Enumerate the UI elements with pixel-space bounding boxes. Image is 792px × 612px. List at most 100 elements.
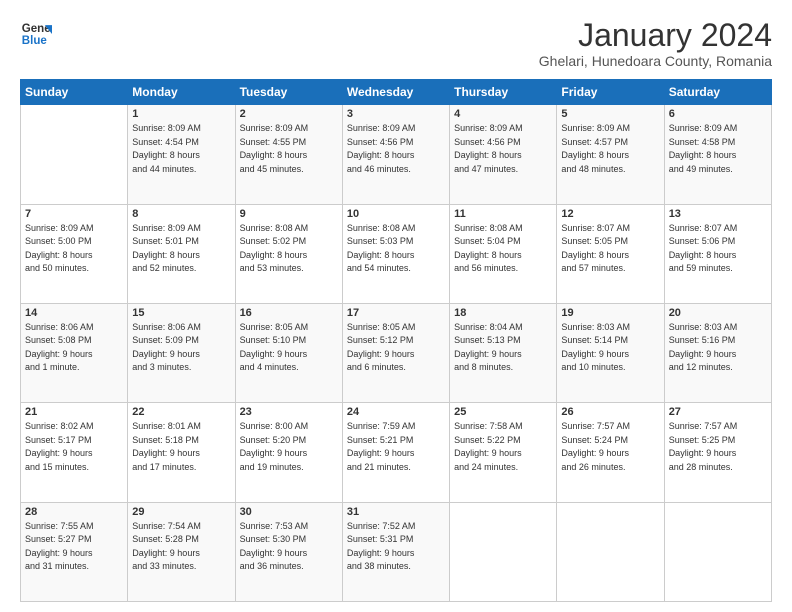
day-cell: 8Sunrise: 8:09 AM Sunset: 5:01 PM Daylig… [128, 204, 235, 303]
week-row-2: 7Sunrise: 8:09 AM Sunset: 5:00 PM Daylig… [21, 204, 772, 303]
day-info: Sunrise: 7:57 AM Sunset: 5:25 PM Dayligh… [669, 420, 767, 474]
day-number: 10 [347, 208, 445, 220]
day-info: Sunrise: 7:58 AM Sunset: 5:22 PM Dayligh… [454, 420, 552, 474]
day-info: Sunrise: 8:03 AM Sunset: 5:14 PM Dayligh… [561, 321, 659, 375]
day-cell: 19 Sunrise: 8:03 AM Sunset: 5:14 PM Dayli… [557, 303, 664, 402]
day-number: 24 [347, 406, 445, 418]
day-cell: 23 Sunrise: 8:00 AM Sunset: 5:20 PM Dayli… [235, 403, 342, 502]
day-info: Sunrise: 8:01 AM Sunset: 5:18 PM Dayligh… [132, 420, 230, 474]
day-cell: 12 Sunrise: 8:07 AM Sunset: 5:05 PM Dayli… [557, 204, 664, 303]
day-cell: 26Sunrise: 7:57 AM Sunset: 5:24 PM Dayli… [557, 403, 664, 502]
svg-text:General: General [22, 23, 52, 35]
header-row: Sunday Monday Tuesday Wednesday Thursday… [21, 80, 772, 105]
day-number: 30 [240, 506, 338, 518]
col-sunday: Sunday [21, 80, 128, 105]
main-title: January 2024 [539, 18, 772, 53]
day-cell: 2Sunrise: 8:09 AM Sunset: 4:55 PM Daylig… [235, 105, 342, 204]
day-number: 31 [347, 506, 445, 518]
day-cell [450, 502, 557, 601]
day-info: Sunrise: 7:59 AM Sunset: 5:21 PM Dayligh… [347, 420, 445, 474]
day-cell: 28 Sunrise: 7:55 AM Sunset: 5:27 PM Dayli… [21, 502, 128, 601]
day-cell: 18 Sunrise: 8:04 AM Sunset: 5:13 PM Dayli… [450, 303, 557, 402]
svg-text:Blue: Blue [22, 35, 48, 47]
day-number: 9 [240, 208, 338, 220]
day-cell: 6 Sunrise: 8:09 AM Sunset: 4:58 PM Daylig… [664, 105, 771, 204]
day-cell: 31 Sunrise: 7:52 AM Sunset: 5:31 PM Dayli… [342, 502, 449, 601]
day-info: Sunrise: 8:06 AM Sunset: 5:08 PM Dayligh… [25, 321, 123, 375]
day-number: 1 [132, 108, 230, 120]
day-cell: 7Sunrise: 8:09 AM Sunset: 5:00 PM Daylig… [21, 204, 128, 303]
day-info: Sunrise: 8:04 AM Sunset: 5:13 PM Dayligh… [454, 321, 552, 375]
day-number: 8 [132, 208, 230, 220]
day-number: 11 [454, 208, 552, 220]
day-cell: 22Sunrise: 8:01 AM Sunset: 5:18 PM Dayli… [128, 403, 235, 502]
day-info: Sunrise: 8:08 AM Sunset: 5:04 PM Dayligh… [454, 222, 552, 276]
day-cell: 17Sunrise: 8:05 AM Sunset: 5:12 PM Dayli… [342, 303, 449, 402]
calendar-table: Sunday Monday Tuesday Wednesday Thursday… [20, 79, 772, 602]
day-info: Sunrise: 8:06 AM Sunset: 5:09 PM Dayligh… [132, 321, 230, 375]
day-number: 15 [132, 307, 230, 319]
day-info: Sunrise: 8:02 AM Sunset: 5:17 PM Dayligh… [25, 420, 123, 474]
day-cell: 30Sunrise: 7:53 AM Sunset: 5:30 PM Dayli… [235, 502, 342, 601]
day-info: Sunrise: 8:08 AM Sunset: 5:02 PM Dayligh… [240, 222, 338, 276]
col-saturday: Saturday [664, 80, 771, 105]
day-info: Sunrise: 8:09 AM Sunset: 5:00 PM Dayligh… [25, 222, 123, 276]
day-cell [664, 502, 771, 601]
day-cell: 10 Sunrise: 8:08 AM Sunset: 5:03 PM Dayli… [342, 204, 449, 303]
subtitle: Ghelari, Hunedoara County, Romania [539, 53, 772, 69]
day-cell: 16 Sunrise: 8:05 AM Sunset: 5:10 PM Dayli… [235, 303, 342, 402]
day-info: Sunrise: 8:00 AM Sunset: 5:20 PM Dayligh… [240, 420, 338, 474]
week-row-3: 14 Sunrise: 8:06 AM Sunset: 5:08 PM Dayli… [21, 303, 772, 402]
day-number: 18 [454, 307, 552, 319]
day-number: 17 [347, 307, 445, 319]
day-cell [21, 105, 128, 204]
week-row-5: 28 Sunrise: 7:55 AM Sunset: 5:27 PM Dayli… [21, 502, 772, 601]
day-cell: 11 Sunrise: 8:08 AM Sunset: 5:04 PM Dayli… [450, 204, 557, 303]
day-number: 19 [561, 307, 659, 319]
day-number: 2 [240, 108, 338, 120]
day-info: Sunrise: 8:05 AM Sunset: 5:10 PM Dayligh… [240, 321, 338, 375]
day-number: 4 [454, 108, 552, 120]
day-cell: 14 Sunrise: 8:06 AM Sunset: 5:08 PM Dayli… [21, 303, 128, 402]
day-cell: 21 Sunrise: 8:02 AM Sunset: 5:17 PM Dayli… [21, 403, 128, 502]
week-row-1: 1Sunrise: 8:09 AM Sunset: 4:54 PM Daylig… [21, 105, 772, 204]
header: General Blue January 2024 Ghelari, Huned… [20, 18, 772, 69]
day-info: Sunrise: 8:08 AM Sunset: 5:03 PM Dayligh… [347, 222, 445, 276]
day-info: Sunrise: 7:54 AM Sunset: 5:28 PM Dayligh… [132, 520, 230, 574]
day-info: Sunrise: 8:09 AM Sunset: 4:57 PM Dayligh… [561, 122, 659, 176]
day-number: 16 [240, 307, 338, 319]
day-number: 5 [561, 108, 659, 120]
day-info: Sunrise: 8:07 AM Sunset: 5:05 PM Dayligh… [561, 222, 659, 276]
day-number: 3 [347, 108, 445, 120]
day-number: 20 [669, 307, 767, 319]
day-number: 21 [25, 406, 123, 418]
page: General Blue January 2024 Ghelari, Huned… [0, 0, 792, 612]
day-number: 14 [25, 307, 123, 319]
day-number: 12 [561, 208, 659, 220]
day-number: 28 [25, 506, 123, 518]
day-number: 29 [132, 506, 230, 518]
day-number: 25 [454, 406, 552, 418]
col-thursday: Thursday [450, 80, 557, 105]
day-cell: 3Sunrise: 8:09 AM Sunset: 4:56 PM Daylig… [342, 105, 449, 204]
day-cell: 9 Sunrise: 8:08 AM Sunset: 5:02 PM Daylig… [235, 204, 342, 303]
day-cell: 29 Sunrise: 7:54 AM Sunset: 5:28 PM Dayli… [128, 502, 235, 601]
col-friday: Friday [557, 80, 664, 105]
day-cell: 20 Sunrise: 8:03 AM Sunset: 5:16 PM Dayli… [664, 303, 771, 402]
day-number: 6 [669, 108, 767, 120]
day-info: Sunrise: 7:55 AM Sunset: 5:27 PM Dayligh… [25, 520, 123, 574]
day-number: 26 [561, 406, 659, 418]
day-info: Sunrise: 7:52 AM Sunset: 5:31 PM Dayligh… [347, 520, 445, 574]
day-info: Sunrise: 8:03 AM Sunset: 5:16 PM Dayligh… [669, 321, 767, 375]
week-row-4: 21 Sunrise: 8:02 AM Sunset: 5:17 PM Dayli… [21, 403, 772, 502]
col-tuesday: Tuesday [235, 80, 342, 105]
day-cell [557, 502, 664, 601]
title-area: January 2024 Ghelari, Hunedoara County, … [539, 18, 772, 69]
day-cell: 4Sunrise: 8:09 AM Sunset: 4:56 PM Daylig… [450, 105, 557, 204]
day-number: 27 [669, 406, 767, 418]
day-info: Sunrise: 8:09 AM Sunset: 4:58 PM Dayligh… [669, 122, 767, 176]
logo-icon: General Blue [20, 18, 52, 50]
day-number: 23 [240, 406, 338, 418]
col-monday: Monday [128, 80, 235, 105]
day-cell: 24 Sunrise: 7:59 AM Sunset: 5:21 PM Dayli… [342, 403, 449, 502]
